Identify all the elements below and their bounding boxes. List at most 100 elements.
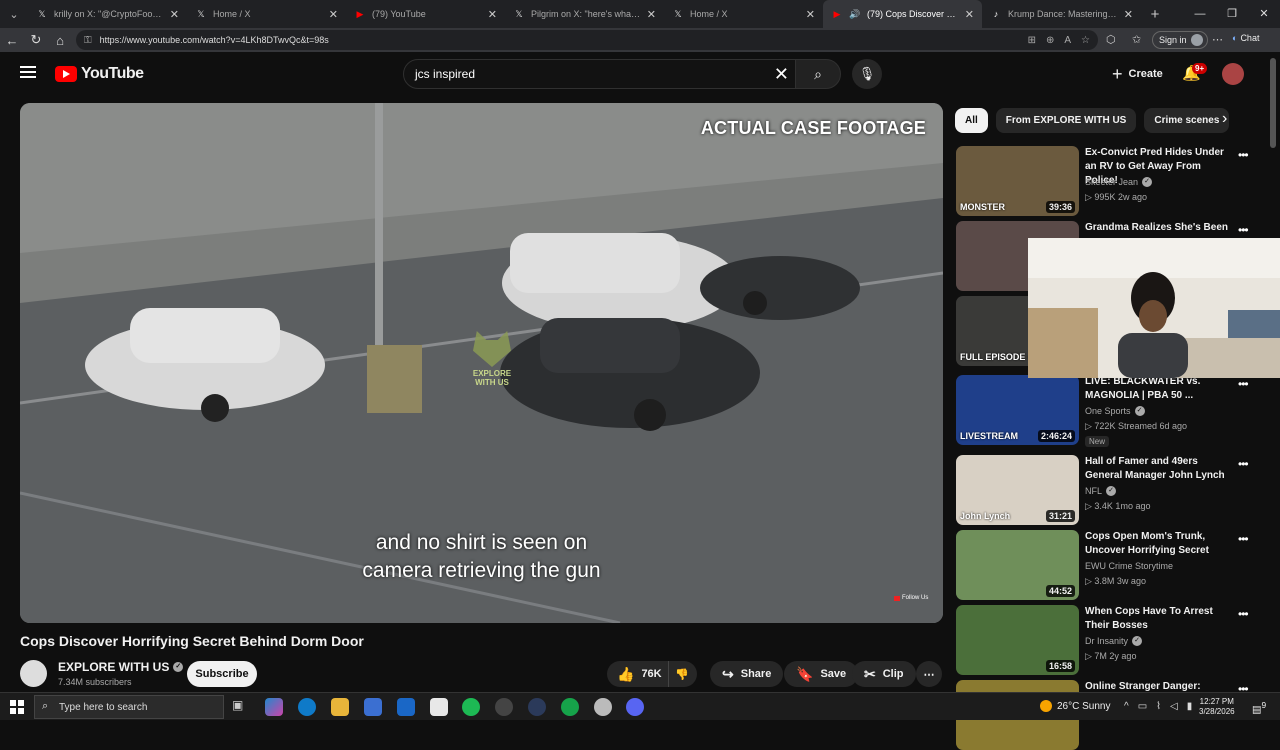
file-explorer-icon[interactable] (331, 698, 349, 716)
search-button[interactable]: ⌕ (795, 59, 841, 89)
more-options-icon[interactable]: ••• (1238, 532, 1249, 546)
recommendation-item[interactable]: LIVESTREAM 2:46:24 LIVE: BLACKWATER vs. MA… (956, 375, 1256, 447)
taskbar-search-input[interactable]: ⌕ Type here to search (34, 695, 224, 719)
app-install-icon[interactable]: ⊞ (1028, 35, 1036, 46)
account-avatar[interactable] (1222, 63, 1244, 85)
task-view-icon[interactable]: ▣ (232, 698, 250, 716)
browser-tab[interactable]: ♪ Krump Dance: Mastering the Esse ✕ (982, 0, 1141, 28)
recommendation-channel[interactable]: Skeeter Jean ✓ (1085, 177, 1153, 187)
more-options-icon[interactable]: ••• (1238, 377, 1249, 391)
back-arrow-icon[interactable]: ← (0, 33, 24, 48)
zoom-icon[interactable]: ⊕ (1046, 35, 1054, 46)
save-button[interactable]: 🔖 Save (784, 661, 859, 687)
browser-tab[interactable]: 𝕏 Pilgrim on X: "here's what clavicul ✕ (505, 0, 664, 28)
browser-tab[interactable]: ▶ 🔊 (79) Cops Discover Horrifying ✕ (823, 0, 982, 28)
recommendation-channel[interactable]: NFL ✓ (1085, 486, 1117, 496)
filter-chip[interactable]: All (955, 108, 988, 133)
steam-icon[interactable] (594, 698, 612, 716)
spotify-icon[interactable] (462, 698, 480, 716)
reload-icon[interactable]: ↻ (24, 32, 48, 48)
close-tab-icon[interactable]: ✕ (965, 8, 974, 21)
copilot-taskbar-icon[interactable] (265, 698, 283, 716)
close-tab-icon[interactable]: ✕ (1124, 8, 1133, 21)
close-window-icon[interactable]: ✕ (1248, 0, 1280, 28)
copilot-chat-button[interactable]: ◐ Chat (1232, 33, 1259, 43)
chips-next-arrow-icon[interactable]: › (1222, 110, 1227, 128)
clip-button[interactable]: ✂ Clip (852, 661, 916, 687)
taskbar-clock[interactable]: 12:27 PM 3/28/2026 (1199, 697, 1235, 717)
dislike-button[interactable]: 👎 (669, 668, 689, 681)
weather-widget[interactable]: 26°C Sunny (1040, 700, 1110, 712)
recommendation-title[interactable]: Hall of Famer and 49ers General Manager … (1085, 455, 1233, 483)
browser-tab[interactable]: 𝕏 Home / X ✕ (187, 0, 346, 28)
recommendation-title[interactable]: When Cops Have To Arrest Their Bosses (1085, 605, 1233, 633)
recommendation-title[interactable]: LIVE: BLACKWATER vs. MAGNOLIA | PBA 50 .… (1085, 375, 1233, 403)
subscribe-button[interactable]: Subscribe (187, 661, 257, 687)
recommendation-channel[interactable]: Dr Insanity ✓ (1085, 636, 1143, 646)
more-actions-button[interactable]: ⋯ (916, 661, 942, 687)
search-input[interactable]: jcs inspired ✕ (403, 59, 796, 89)
more-menu-icon[interactable]: ⋯ (1212, 33, 1223, 46)
video-thumbnail[interactable]: MONSTER 39:36 (956, 146, 1079, 216)
close-tab-icon[interactable]: ✕ (488, 8, 497, 21)
audio-playing-icon[interactable]: 🔊 (849, 8, 861, 20)
share-button[interactable]: ↪ Share (710, 661, 784, 687)
notification-center-icon[interactable]: ▤9 (1252, 700, 1266, 715)
favorite-star-icon[interactable]: ☆ (1081, 35, 1090, 46)
favorites-icon[interactable]: ✩ (1132, 33, 1141, 46)
channel-avatar[interactable] (20, 660, 47, 687)
tab-list-dropdown-icon[interactable]: ⌄ (0, 0, 28, 28)
notepad-icon[interactable] (430, 698, 448, 716)
network-icon[interactable]: ▭ (1138, 701, 1147, 712)
battery-icon[interactable]: ▮ (1187, 701, 1193, 712)
sidebar-scrollbar[interactable] (1270, 58, 1276, 148)
voice-search-button[interactable]: 🎙 (852, 59, 882, 89)
filter-chip[interactable]: Crime scenes (1144, 108, 1230, 133)
windows-start-icon[interactable] (10, 700, 24, 714)
close-tab-icon[interactable]: ✕ (647, 8, 656, 21)
filter-chip[interactable]: From EXPLORE WITH US (995, 108, 1137, 133)
edge-browser-icon[interactable] (298, 698, 316, 716)
video-thumbnail[interactable]: 44:52 (956, 530, 1079, 600)
video-player[interactable]: ACTUAL CASE FOOTAGE EXPLORE WITH US and … (20, 103, 943, 623)
extensions-icon[interactable]: ⬡ (1106, 33, 1116, 46)
browser-tab[interactable]: ▶ (79) YouTube ✕ (346, 0, 505, 28)
wifi-icon[interactable]: ⌇ (1156, 701, 1161, 712)
recommendation-item[interactable]: 16:58 When Cops Have To Arrest Their Boss… (956, 605, 1256, 675)
restore-icon[interactable]: ❐ (1216, 0, 1248, 28)
more-options-icon[interactable]: ••• (1238, 457, 1249, 471)
close-tab-icon[interactable]: ✕ (170, 8, 179, 21)
new-tab-button[interactable]: + (1141, 6, 1169, 23)
video-thumbnail[interactable]: LIVESTREAM 2:46:24 (956, 375, 1079, 445)
recommendation-item[interactable]: MONSTER 39:36 Ex-Convict Pred Hides Under … (956, 146, 1256, 216)
channel-name-link[interactable]: EXPLORE WITH US ✓ (58, 660, 184, 674)
site-info-icon[interactable]: ⚿ (84, 35, 92, 46)
xbox-icon[interactable] (561, 698, 579, 716)
recommendation-item[interactable]: John Lynch 31:21 Hall of Famer and 49ers G… (956, 455, 1256, 525)
browser-tab[interactable]: 𝕏 Home / X ✕ (664, 0, 823, 28)
browser-tab[interactable]: 𝕏krilly on X: "@CryptoFooo @Fear ✕ (28, 0, 187, 28)
store-icon[interactable] (364, 698, 382, 716)
close-tab-icon[interactable]: ✕ (329, 8, 338, 21)
read-aloud-icon[interactable]: A (1064, 35, 1071, 46)
video-thumbnail[interactable]: John Lynch 31:21 (956, 455, 1079, 525)
close-tab-icon[interactable]: ✕ (806, 8, 815, 21)
youtube-logo[interactable]: YouTube (55, 65, 144, 83)
volume-icon[interactable]: ◁ (1170, 701, 1178, 712)
obs-icon[interactable] (495, 698, 513, 716)
more-options-icon[interactable]: ••• (1238, 607, 1249, 621)
recommendation-item[interactable]: 44:52 Cops Open Mom's Trunk, Uncover Horr… (956, 530, 1256, 600)
hamburger-menu-icon[interactable] (20, 66, 36, 78)
more-options-icon[interactable]: ••• (1238, 223, 1249, 237)
like-button[interactable]: 👍 76K (607, 661, 669, 687)
home-icon[interactable]: ⌂ (48, 33, 72, 48)
create-button[interactable]: + Create (1102, 60, 1173, 88)
video-thumbnail[interactable]: 16:58 (956, 605, 1079, 675)
chevron-up-icon[interactable]: ^ (1124, 701, 1129, 712)
recommendation-channel[interactable]: EWU Crime Storytime (1085, 561, 1173, 571)
sign-in-button[interactable]: Sign in (1152, 31, 1208, 49)
recommendation-title[interactable]: Grandma Realizes She's Been (1085, 221, 1233, 235)
app-icon[interactable] (528, 698, 546, 716)
discord-icon[interactable] (626, 698, 644, 716)
recommendation-channel[interactable]: One Sports ✓ (1085, 406, 1145, 416)
